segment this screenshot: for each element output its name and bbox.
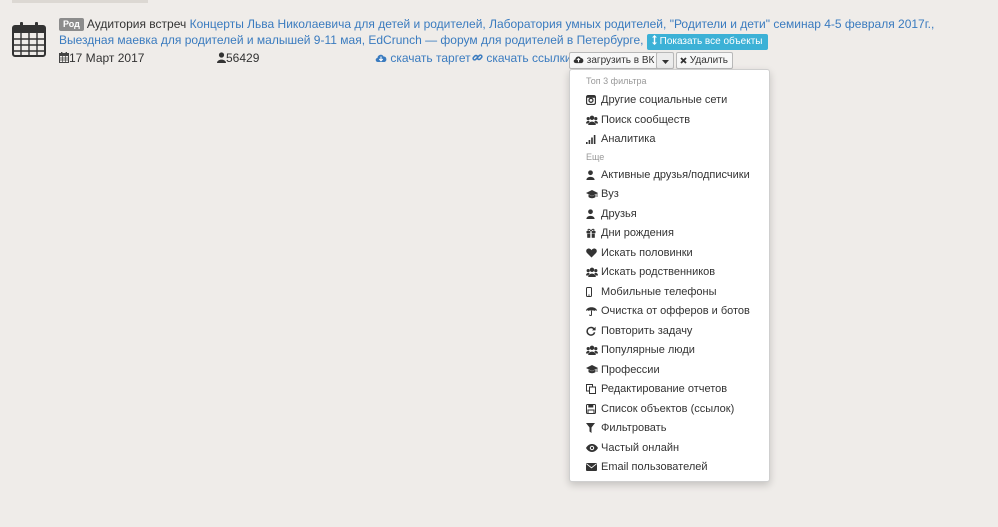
dropdown-menu-item[interactable]: Популярные люди <box>586 341 762 359</box>
link-icon <box>472 54 483 61</box>
dropdown-item-label: Email пользователей <box>601 461 708 473</box>
dropdown-menu-item[interactable]: Email пользователей <box>586 458 762 476</box>
dropdown-menu-item[interactable]: Список объектов (ссылок) <box>586 400 762 418</box>
dropdown-item-label: Искать родственников <box>601 266 716 278</box>
upload-vk-dropdown-toggle[interactable] <box>656 52 674 69</box>
dropdown-menu-item[interactable]: Мобильные телефоны <box>586 283 762 301</box>
graduation-cap-icon <box>586 189 598 199</box>
upload-vk-button[interactable]: загрузить в ВК <box>569 52 660 69</box>
dropdown-menu-item[interactable]: Поиск сообществ <box>586 111 762 129</box>
object-link[interactable]: Лаборатория умных родителей, <box>489 17 666 31</box>
dropdown-menu-item[interactable]: Активные друзья/подписчики <box>586 166 762 184</box>
upload-vk-label: загрузить в ВК <box>586 55 655 66</box>
download-target-label: скачать таргет <box>390 51 471 65</box>
users-icon <box>586 115 598 125</box>
show-all-label: Показать все объекты <box>659 36 763 47</box>
calendar-icon <box>12 22 46 57</box>
dropdown-menu-item[interactable]: Вуз <box>586 185 762 203</box>
object-link[interactable]: Концерты Льва Николаевича для детей и ро… <box>190 17 486 31</box>
audience-header: Род Аудитория встреч Концерты Льва Никола… <box>59 16 989 50</box>
instagram-icon <box>586 95 597 106</box>
download-target-link[interactable]: скачать таргет <box>375 51 471 65</box>
show-all-objects-button[interactable]: Показать все объекты <box>646 34 768 50</box>
dropdown-item-label: Редактирование отчетов <box>601 383 728 395</box>
count-meta: 56429 <box>217 51 259 65</box>
dropdown-menu-item[interactable]: Аналитика <box>586 130 762 148</box>
dropdown-menu-item[interactable]: Искать половинки <box>586 244 762 262</box>
cloud-download-icon <box>375 54 387 62</box>
dropdown-item-label: Поиск сообществ <box>601 113 691 126</box>
close-icon <box>680 57 687 64</box>
gift-icon <box>586 228 597 239</box>
dropdown-menu-item[interactable]: Фильтровать <box>586 419 762 437</box>
dropdown-item-label: Популярные люди <box>601 344 695 356</box>
dropdown-menu-item[interactable]: Частый онлайн <box>586 439 762 457</box>
heart-icon <box>586 248 597 258</box>
dropdown-menu-item[interactable]: Другие социальные сети <box>586 91 762 109</box>
eye-icon <box>586 443 598 452</box>
top-divider <box>12 0 148 3</box>
type-badge: Род <box>59 18 84 31</box>
date-meta: 17 Март 2017 <box>59 51 144 65</box>
arrows-v-icon <box>651 35 657 45</box>
dropdown-item-label: Активные друзья/подписчики <box>601 168 750 181</box>
dropdown-item-label: Искать половинки <box>601 246 693 259</box>
dropdown-menu-item[interactable]: Искать родственников <box>586 263 762 281</box>
umbrella-icon <box>586 306 597 317</box>
dropdown-menu-item[interactable]: Профессии <box>586 361 762 379</box>
dropdown-item-label: Вуз <box>601 188 619 200</box>
download-links-label: скачать ссылки <box>486 51 572 65</box>
dropdown-menu-item[interactable]: Редактирование отчетов <box>586 380 762 398</box>
dropdown-menu-item[interactable]: Друзья <box>586 205 762 223</box>
object-link[interactable]: EdCrunch — форум для родителей в Петербу… <box>368 33 643 47</box>
dropdown-item-label: Другие социальные сети <box>601 94 728 106</box>
dropdown-item-label: Фильтровать <box>601 422 667 434</box>
dropdown-header-more: Еще <box>586 151 605 162</box>
dropdown-menu-item[interactable]: Очистка от офферов и ботов <box>586 302 762 320</box>
users-icon <box>586 267 598 278</box>
audience-title: Аудитория встреч <box>86 17 187 31</box>
download-links-link[interactable]: скачать ссылки <box>472 51 572 65</box>
save-icon <box>586 403 597 414</box>
dropdown-item-label: Повторить задачу <box>601 324 693 337</box>
upload-vk-dropdown-menu: Топ 3 фильтра Другие социальные сети Поис… <box>569 69 770 482</box>
object-link[interactable]: "Родители и дети" семинар 4-5 февраля 20… <box>670 17 935 31</box>
dropdown-item-label: Аналитика <box>601 133 656 145</box>
dropdown-item-label: Список объектов (ссылок) <box>601 402 735 415</box>
user-icon <box>586 208 597 219</box>
refresh-icon <box>586 326 597 336</box>
delete-label: Удалить <box>689 55 728 66</box>
dropdown-item-label: Профессии <box>601 363 660 376</box>
delete-button[interactable]: Удалить <box>676 52 733 69</box>
created-date: 17 Март 2017 <box>69 51 145 65</box>
signal-icon <box>586 134 597 145</box>
cloud-upload-icon <box>573 56 584 64</box>
object-link[interactable]: Выездная маевка для родителей и малышей … <box>59 33 365 47</box>
dropdown-item-label: Друзья <box>601 207 637 220</box>
user-icon <box>217 52 226 63</box>
dropdown-menu-item[interactable]: Повторить задачу <box>586 322 762 340</box>
copy-icon <box>586 384 597 395</box>
dropdown-item-label: Дни рождения <box>601 227 674 239</box>
mobile-icon <box>586 286 597 297</box>
graduation-cap-icon <box>586 365 598 374</box>
dropdown-item-label: Очистка от офферов и ботов <box>601 305 750 317</box>
dropdown-menu-item[interactable]: Дни рождения <box>586 224 762 242</box>
audience-count: 56429 <box>226 51 260 65</box>
dropdown-header-top: Топ 3 фильтра <box>586 76 647 86</box>
dropdown-item-label: Частый онлайн <box>601 441 680 454</box>
caret-down-icon <box>661 60 669 64</box>
calendar-small-icon <box>59 52 69 63</box>
envelope-icon <box>586 463 597 472</box>
dropdown-item-label: Мобильные телефоны <box>601 285 717 298</box>
filter-icon <box>586 423 597 434</box>
users-icon <box>586 345 598 356</box>
user-icon <box>586 169 597 180</box>
